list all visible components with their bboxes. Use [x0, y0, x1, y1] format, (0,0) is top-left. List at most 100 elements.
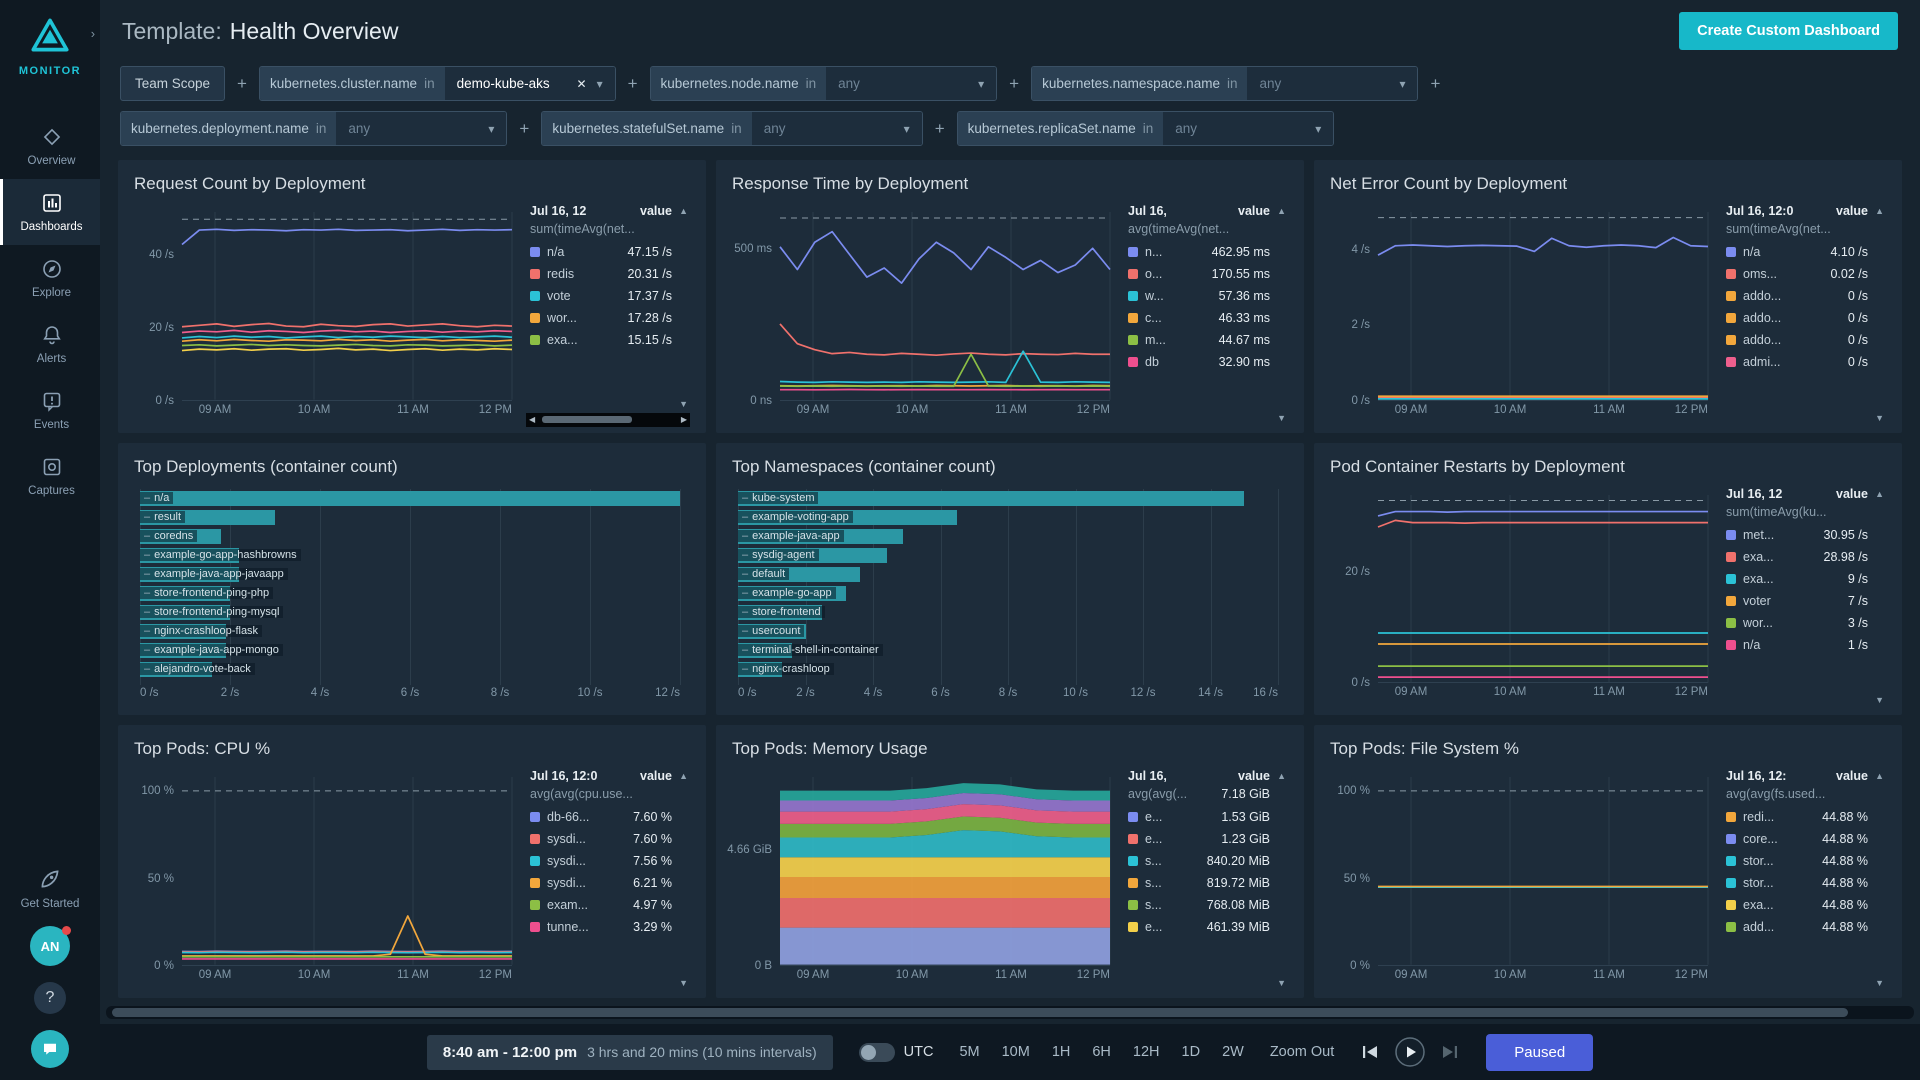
filter-statefulset-name[interactable]: kubernetes.statefulSet.namein any▾ — [541, 111, 922, 146]
legend-scroll-up-icon[interactable]: ▲ — [1875, 206, 1884, 216]
legend-row[interactable]: sysdi...7.60 % — [530, 828, 688, 850]
user-avatar[interactable]: AN — [30, 926, 70, 966]
chevron-down-icon[interactable]: ▾ — [978, 77, 984, 91]
scroll-right-icon[interactable]: ▶ — [681, 415, 687, 424]
bar-row[interactable]: store-frontend — [738, 605, 1278, 620]
legend-row[interactable]: c...46.33 ms — [1128, 307, 1286, 329]
bar-row[interactable]: example-java-app-mongo — [140, 643, 680, 658]
bar-row[interactable]: usercount — [738, 624, 1278, 639]
clear-filter-icon[interactable]: ✕ — [577, 77, 587, 91]
chart-plot[interactable]: 09 AM10 AM11 AM12 PM — [182, 777, 512, 966]
legend-row[interactable]: n/a47.15 /s — [530, 241, 688, 263]
chart-plot[interactable]: 09 AM10 AM11 AM12 PM — [780, 777, 1110, 966]
chevron-down-icon[interactable]: ▾ — [597, 77, 603, 91]
bar-row[interactable]: kube-system — [738, 491, 1278, 506]
legend-scroll-down-icon[interactable]: ▼ — [1875, 413, 1884, 423]
bar-row[interactable]: example-go-app-hashbrowns — [140, 548, 680, 563]
legend-row[interactable]: oms...0.02 /s — [1726, 263, 1884, 285]
chart-plot[interactable]: 09 AM10 AM11 AM12 PM — [182, 212, 512, 401]
time-preset-button[interactable]: 6H — [1092, 1044, 1111, 1060]
legend-row[interactable]: exa...44.88 % — [1726, 894, 1884, 916]
legend-row[interactable]: exa...28.98 /s — [1726, 546, 1884, 568]
legend-row[interactable]: wor...17.28 /s — [530, 307, 688, 329]
filter-replicaset-name[interactable]: kubernetes.replicaSet.namein any▾ — [957, 111, 1335, 146]
legend-row[interactable]: o...170.55 ms — [1128, 263, 1286, 285]
legend-scroll-up-icon[interactable]: ▲ — [1875, 489, 1884, 499]
legend-row[interactable]: exam...4.97 % — [530, 894, 688, 916]
skip-back-button[interactable] — [1360, 1042, 1380, 1062]
filter-cluster-name[interactable]: kubernetes.cluster.namein demo-kube-aks✕… — [259, 66, 616, 101]
bar-row[interactable]: example-go-app — [738, 586, 1278, 601]
legend-scroll-up-icon[interactable]: ▲ — [1277, 206, 1286, 216]
legend-scroll-down-icon[interactable]: ▼ — [1277, 978, 1286, 988]
chart-plot[interactable]: 09 AM10 AM11 AM12 PM — [1378, 212, 1708, 401]
sidebar-item-get-started[interactable]: Get Started — [21, 866, 80, 910]
legend-scroll-down-icon[interactable]: ▼ — [1277, 413, 1286, 423]
skip-forward-button[interactable] — [1440, 1042, 1460, 1062]
zoom-out-button[interactable]: Zoom Out — [1270, 1044, 1334, 1060]
legend-row[interactable]: addo...0 /s — [1726, 285, 1884, 307]
legend-scroll-up-icon[interactable]: ▲ — [679, 771, 688, 781]
bar-row[interactable]: result — [140, 510, 680, 525]
legend-scroll-down-icon[interactable]: ▼ — [679, 399, 688, 409]
scrollbar-thumb[interactable] — [112, 1008, 1848, 1017]
legend-row[interactable]: s...768.08 MiB — [1128, 894, 1286, 916]
legend-scroll-down-icon[interactable]: ▼ — [1875, 695, 1884, 705]
legend-row[interactable]: addo...0 /s — [1726, 307, 1884, 329]
utc-toggle[interactable]: UTC — [859, 1043, 934, 1062]
legend-row[interactable]: n/a4.10 /s — [1726, 241, 1884, 263]
legend-row[interactable]: tunne...3.29 % — [530, 916, 688, 938]
legend-row[interactable]: stor...44.88 % — [1726, 872, 1884, 894]
sidebar-item-alerts[interactable]: Alerts — [0, 311, 100, 377]
legend-row[interactable]: sysdi...7.56 % — [530, 850, 688, 872]
legend-row[interactable]: e...461.39 MiB — [1128, 916, 1286, 938]
bar-row[interactable]: sysdig-agent — [738, 548, 1278, 563]
bar-row[interactable]: default — [738, 567, 1278, 582]
legend-row[interactable]: n/a1 /s — [1726, 634, 1884, 656]
bar-row[interactable]: nginx-crashloop — [738, 662, 1278, 677]
legend-row[interactable]: core...44.88 % — [1726, 828, 1884, 850]
time-range-selector[interactable]: 8:40 am - 12:00 pm 3 hrs and 20 mins (10… — [427, 1035, 833, 1070]
legend-row[interactable]: exa...15.15 /s — [530, 329, 688, 351]
bar-row[interactable]: example-java-app-javaapp — [140, 567, 680, 582]
legend-row[interactable]: s...819.72 MiB — [1128, 872, 1286, 894]
legend-horizontal-scrollbar[interactable]: ◀▶ — [526, 413, 690, 427]
add-filter-icon[interactable]: + — [519, 119, 529, 139]
chevron-down-icon[interactable]: ▾ — [488, 122, 494, 136]
bar-chart[interactable]: kube-system example-voting-app example-jav… — [732, 485, 1288, 710]
filter-node-name[interactable]: kubernetes.node.namein any▾ — [650, 66, 998, 101]
legend-scroll-up-icon[interactable]: ▲ — [1875, 771, 1884, 781]
add-filter-icon[interactable]: + — [628, 74, 638, 94]
legend-row[interactable]: redis20.31 /s — [530, 263, 688, 285]
toggle-switch[interactable] — [859, 1043, 895, 1062]
support-chat-button[interactable] — [31, 1030, 69, 1068]
bar-row[interactable]: example-voting-app — [738, 510, 1278, 525]
paused-button[interactable]: Paused — [1486, 1034, 1593, 1071]
scroll-left-icon[interactable]: ◀ — [529, 415, 535, 424]
legend-scroll-down-icon[interactable]: ▼ — [1875, 978, 1884, 988]
legend-row[interactable]: voter7 /s — [1726, 590, 1884, 612]
bar-row[interactable]: store-frontend-ping-php — [140, 586, 680, 601]
time-preset-button[interactable]: 12H — [1133, 1044, 1160, 1060]
add-filter-icon[interactable]: + — [237, 74, 247, 94]
page-horizontal-scrollbar[interactable] — [106, 1006, 1914, 1019]
legend-row[interactable]: n...462.95 ms — [1128, 241, 1286, 263]
chevron-down-icon[interactable]: ▾ — [904, 122, 910, 136]
app-logo[interactable]: › MONITOR — [19, 14, 81, 77]
sidebar-expand-icon[interactable]: › — [91, 26, 95, 41]
bar-row[interactable]: terminal-shell-in-container — [738, 643, 1278, 658]
scrollbar-thumb[interactable] — [542, 416, 632, 423]
legend-row[interactable]: add...44.88 % — [1726, 916, 1884, 938]
bar-row[interactable]: alejandro-vote-back — [140, 662, 680, 677]
sidebar-item-explore[interactable]: Explore — [0, 245, 100, 311]
legend-row[interactable]: wor...3 /s — [1726, 612, 1884, 634]
time-preset-button[interactable]: 1H — [1052, 1044, 1071, 1060]
legend-scroll-up-icon[interactable]: ▲ — [1277, 771, 1286, 781]
filter-namespace-name[interactable]: kubernetes.namespace.namein any▾ — [1031, 66, 1418, 101]
create-custom-dashboard-button[interactable]: Create Custom Dashboard — [1679, 12, 1898, 50]
time-preset-button[interactable]: 10M — [1002, 1044, 1030, 1060]
time-preset-button[interactable]: 1D — [1182, 1044, 1201, 1060]
add-filter-icon[interactable]: + — [1430, 74, 1440, 94]
bar-row[interactable]: example-java-app — [738, 529, 1278, 544]
sidebar-item-captures[interactable]: Captures — [0, 443, 100, 509]
